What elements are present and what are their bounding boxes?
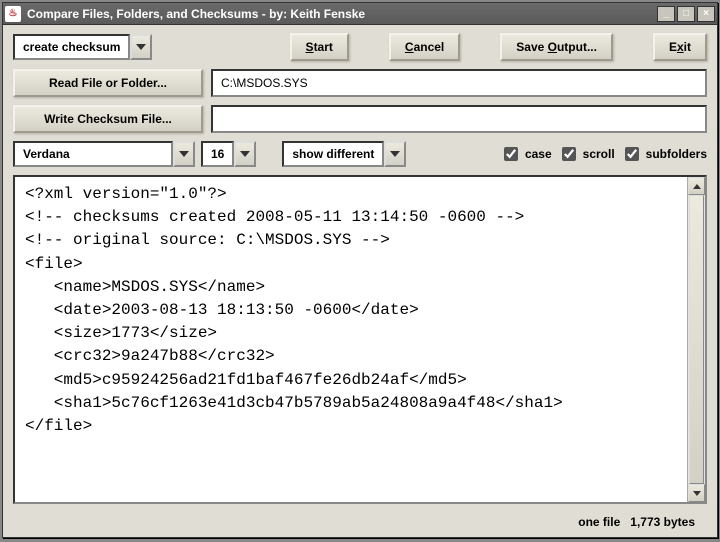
maximize-button[interactable]: □ (677, 6, 695, 22)
titlebar: ♨ Compare Files, Folders, and Checksums … (3, 3, 717, 25)
chevron-down-icon[interactable] (384, 141, 406, 167)
scroll-thumb[interactable] (689, 195, 704, 484)
output-panel: <?xml version="1.0"?> <!-- checksums cre… (13, 175, 707, 504)
java-icon: ♨ (5, 6, 21, 22)
subfolders-checkbox-input[interactable] (625, 147, 639, 161)
action-dropdown-value: create checksum (13, 34, 130, 60)
status-bytes: 1,773 bytes (630, 515, 695, 529)
write-file-button[interactable]: Write Checksum File... (13, 105, 203, 133)
toolbar-row: create checksum Start Cancel Save Output… (13, 33, 707, 61)
write-row: Write Checksum File... (13, 105, 707, 133)
cancel-button[interactable]: Cancel (389, 33, 460, 61)
scroll-label: scroll (583, 147, 615, 161)
exit-button[interactable]: Exit (653, 33, 707, 61)
case-checkbox[interactable]: case (500, 144, 552, 164)
chevron-down-icon[interactable] (173, 141, 195, 167)
show-mode-dropdown[interactable]: show different (282, 141, 406, 167)
minimize-button[interactable]: _ (657, 6, 675, 22)
read-path-input[interactable] (211, 69, 707, 97)
subfolders-label: subfolders (646, 147, 707, 161)
read-row: Read File or Folder... (13, 69, 707, 97)
save-output-button[interactable]: Save Output... (500, 33, 613, 61)
scroll-up-icon[interactable] (688, 177, 705, 195)
chevron-down-icon[interactable] (234, 141, 256, 167)
scroll-track[interactable] (688, 195, 705, 484)
start-button[interactable]: Start (290, 33, 349, 61)
case-checkbox-input[interactable] (504, 147, 518, 161)
options-row: Verdana 16 show different case scroll (13, 141, 707, 167)
close-button[interactable]: × (697, 6, 715, 22)
chevron-down-icon[interactable] (130, 34, 152, 60)
read-file-button[interactable]: Read File or Folder... (13, 69, 203, 97)
size-dropdown[interactable]: 16 (201, 141, 256, 167)
font-dropdown[interactable]: Verdana (13, 141, 195, 167)
font-value: Verdana (13, 141, 173, 167)
scroll-down-icon[interactable] (688, 484, 705, 502)
status-summary: one file (578, 515, 620, 529)
subfolders-checkbox[interactable]: subfolders (621, 144, 707, 164)
vertical-scrollbar[interactable] (687, 177, 705, 502)
scroll-checkbox[interactable]: scroll (558, 144, 615, 164)
output-text[interactable]: <?xml version="1.0"?> <!-- checksums cre… (15, 177, 687, 502)
write-path-input[interactable] (211, 105, 707, 133)
window-title: Compare Files, Folders, and Checksums - … (27, 7, 657, 21)
app-window: ♨ Compare Files, Folders, and Checksums … (2, 2, 718, 538)
case-label: case (525, 147, 552, 161)
scroll-checkbox-input[interactable] (562, 147, 576, 161)
show-mode-value: show different (282, 141, 384, 167)
status-bar: one file 1,773 bytes (13, 512, 707, 529)
content-area: create checksum Start Cancel Save Output… (3, 25, 717, 537)
size-value: 16 (201, 141, 234, 167)
action-dropdown[interactable]: create checksum (13, 34, 152, 60)
